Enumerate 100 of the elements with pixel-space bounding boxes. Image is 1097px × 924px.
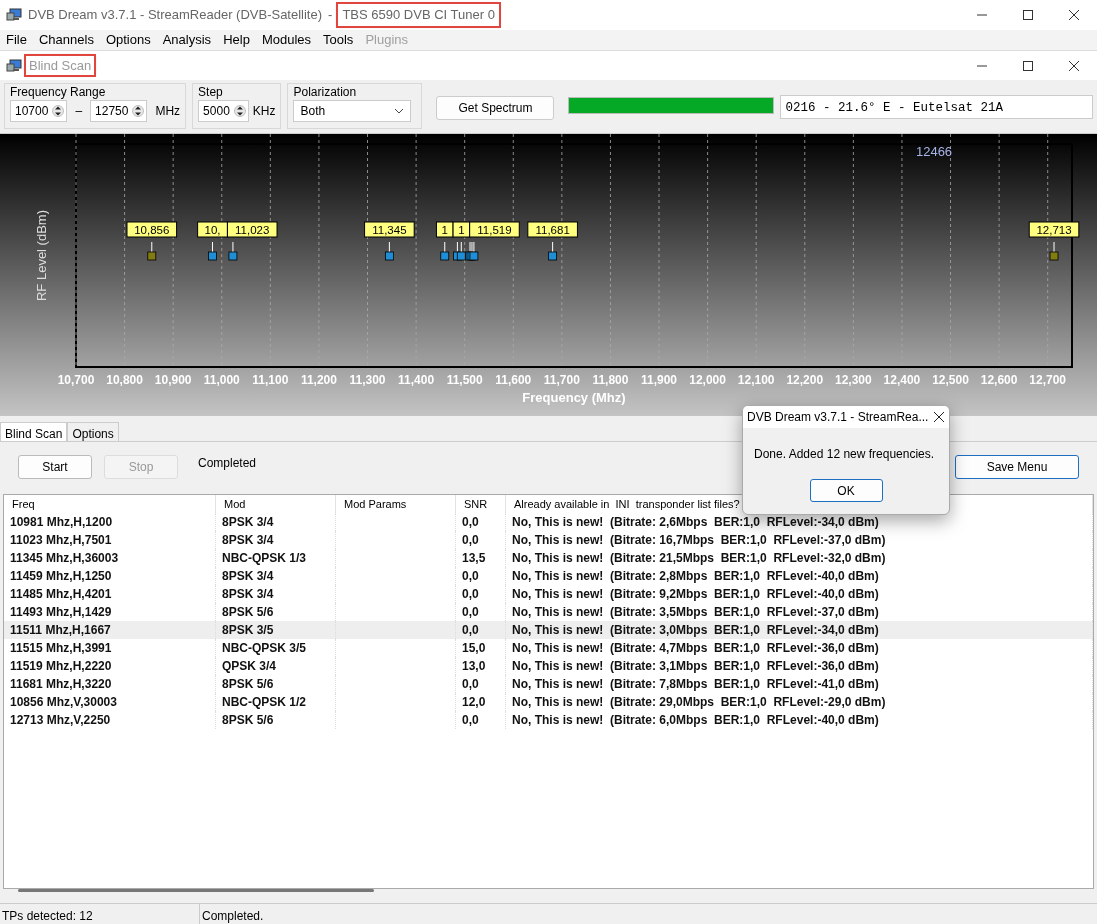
table-row[interactable]: 11023 Mhz,H,7501 8PSK 3/4 0,0 No, This is new! (Bitrate: 16,7Mbps BER:1,0 RFLevel:-37,0 dBm) [4,531,1093,549]
table-cell: No, This is new! (Bitrate: 3,1Mbps BER:1,0 RFLevel:-36,0 dBm) [506,657,1093,675]
menu-item[interactable]: File [0,30,33,50]
column-header[interactable]: Mod Params [336,495,456,513]
axis-tick-label: 11,500 [446,373,483,387]
table-cell: 10856 Mhz,V,30003 [4,693,216,711]
spin-arrows-icon[interactable] [132,102,145,120]
tab[interactable]: Blind Scan [0,422,68,441]
status-bar-text: Completed. [201,908,265,924]
table-cell: 0,0 [456,585,506,603]
table-cell: NBC-QPSK 3/5 [216,639,336,657]
axis-tick-label: 10,800 [106,373,143,387]
menu-item[interactable]: Modules [255,30,317,50]
table-cell: No, This is new! (Bitrate: 3,0Mbps BER:1,0 RFLevel:-34,0 dBm) [506,621,1093,639]
axis-tick-label: 11,900 [641,373,678,387]
axis-tick-label: 12,400 [883,373,921,387]
spin-field[interactable]: 5000 [198,100,249,122]
table-cell: 8PSK 5/6 [216,675,336,693]
axis-tick-label: 12,200 [786,373,824,387]
table-cell: 13,5 [456,549,506,567]
tuner-name: TBS 6590 DVB CI Tuner 0 [338,4,499,26]
caret-icon [394,108,405,114]
axis-tick-label: 11,100 [252,373,289,387]
table-row[interactable]: 11515 Mhz,H,3991 NBC-QPSK 3/5 15,0 No, This is new! (Bitrate: 4,7Mbps BER:1,0 RFLevel:-36,0 dBm) [4,639,1093,657]
table-cell: 11515 Mhz,H,3991 [4,639,216,657]
column-header[interactable]: Freq [4,495,216,513]
table-cell: 0,0 [456,621,506,639]
close-button[interactable] [933,411,945,423]
menu-item[interactable]: Help [217,30,256,50]
column-header[interactable]: SNR [456,495,506,513]
axis-tick-label: 11,800 [592,373,629,387]
start-button[interactable]: Start [18,455,92,479]
table-cell: 8PSK 3/5 [216,621,336,639]
table-row[interactable]: 11485 Mhz,H,4201 8PSK 3/4 0,0 No, This is new! (Bitrate: 9,2Mbps BER:1,0 RFLevel:-40,0 dBm) [4,585,1093,603]
menu-item[interactable]: Tools [317,30,360,50]
table-cell: 11485 Mhz,H,4201 [4,585,216,603]
window-icon [6,58,22,73]
table-row[interactable]: 11519 Mhz,H,2220 QPSK 3/4 13,0 No, This is new! (Bitrate: 3,1Mbps BER:1,0 RFLevel:-36,0 dBm) [4,657,1093,675]
table-cell: 8PSK 3/4 [216,567,336,585]
polarization-dropdown[interactable]: Both [293,100,412,122]
table-cell: 0,0 [456,531,506,549]
unit-label: KHz [252,103,276,120]
spin-field[interactable]: 12750 [90,100,148,122]
table-cell: No, This is new! (Bitrate: 9,2Mbps BER:1,0 RFLevel:-40,0 dBm) [506,585,1093,603]
tab[interactable]: Options [67,422,119,441]
axis-tick-label: 11,700 [543,373,580,387]
dialog-message: Done. Added 12 new frequencies. [753,446,936,463]
table-cell: 0,0 [456,513,506,531]
save-menu-button[interactable]: Save Menu [955,455,1079,479]
table-cell: No, This is new! (Bitrate: 29,0Mbps BER:1,0 RFLevel:-29,0 dBm) [506,693,1093,711]
menu-item[interactable]: Analysis [156,30,218,50]
axis-tick-label: 11,200 [300,373,337,387]
table-cell: No, This is new! (Bitrate: 2,8Mbps BER:1,0 RFLevel:-40,0 dBm) [506,567,1093,585]
table-cell: 11681 Mhz,H,3220 [4,675,216,693]
table-cell: 8PSK 3/4 [216,585,336,603]
table-row[interactable]: 11459 Mhz,H,1250 8PSK 3/4 0,0 No, This is new! (Bitrate: 2,8Mbps BER:1,0 RFLevel:-40,0 dBm) [4,567,1093,585]
table-cell: 15,0 [456,639,506,657]
table-cell: No, This is new! (Bitrate: 16,7Mbps BER:1,0 RFLevel:-37,0 dBm) [506,531,1093,549]
axis-tick-label: 11,000 [203,373,240,387]
table-row[interactable]: 11511 Mhz,H,1667 8PSK 3/5 0,0 No, This is new! (Bitrate: 3,0Mbps BER:1,0 RFLevel:-34,0 dBm) [4,621,1093,639]
table-row[interactable]: 11345 Mhz,H,36003 NBC-QPSK 1/3 13,5 No, This is new! (Bitrate: 21,5Mbps BER:1,0 RFLevel:-32,0 dBm) [4,549,1093,567]
status-bar-text: TPs detected: 12 [0,904,200,924]
dialog-title: DVB Dream v3.7.1 - StreamRea... [747,409,929,426]
spin-field[interactable]: 10700 [10,100,68,122]
axis-tick-label: 10,700 [57,373,95,387]
axis-tick-label: 12,000 [689,373,726,387]
satellite-field[interactable]: 0216 - 21.6° E - Eutelsat 21A [780,95,1093,119]
axis-title: Frequency (Mhz) [522,390,626,405]
table-cell: 11023 Mhz,H,7501 [4,531,216,549]
spin-arrows-icon[interactable] [233,102,246,120]
axis-tick-label: 12,500 [932,373,969,387]
axis-tick-label: 12,700 [1029,373,1067,387]
menu-item[interactable]: Options [99,30,157,50]
scrollbar-thumb[interactable] [18,889,374,892]
table-cell: 11519 Mhz,H,2220 [4,657,216,675]
table-cell: 12713 Mhz,V,2250 [4,711,216,729]
get-spectrum-button[interactable]: Get Spectrum [436,96,555,120]
table-cell: 13,0 [456,657,506,675]
table-cell: 0,0 [456,711,506,729]
window-title: Blind Scan [26,55,95,76]
table-row[interactable]: 10856 Mhz,V,30003 NBC-QPSK 1/2 12,0 No, This is new! (Bitrate: 29,0Mbps BER:1,0 RFLevel:-29,0 dBm) [4,693,1093,711]
table-cell: No, This is new! (Bitrate: 4,7Mbps BER:1,0 RFLevel:-36,0 dBm) [506,639,1093,657]
group-label: Step [198,85,224,100]
table-cell: 12,0 [456,693,506,711]
table-row[interactable]: 12713 Mhz,V,2250 8PSK 5/6 0,0 No, This is new! (Bitrate: 6,0Mbps BER:1,0 RFLevel:-40,0 dBm) [4,711,1093,729]
column-header[interactable]: Mod [216,495,336,513]
table-cell: 8PSK 5/6 [216,711,336,729]
ok-button[interactable]: OK [809,479,883,502]
window-title: DVB Dream v3.7.1 - StreamReader (DVB-Satellite) [28,6,323,25]
axis-tick-label: 11,400 [398,373,435,387]
axis-tick-label: 10,900 [154,373,192,387]
table-cell: 11511 Mhz,H,1667 [4,621,216,639]
axis-title: RF Level (dBm) [34,210,49,301]
menu-item[interactable]: Channels [32,30,100,50]
app-icon [6,8,22,22]
table-cell: 10981 Mhz,H,1200 [4,513,216,531]
status-text: Completed [198,455,257,472]
table-cell: NBC-QPSK 1/2 [216,693,336,711]
spin-arrows-icon[interactable] [52,102,65,120]
table-row[interactable]: 11681 Mhz,H,3220 8PSK 5/6 0,0 No, This is new! (Bitrate: 7,8Mbps BER:1,0 RFLevel:-41,0 dBm) [4,675,1093,693]
